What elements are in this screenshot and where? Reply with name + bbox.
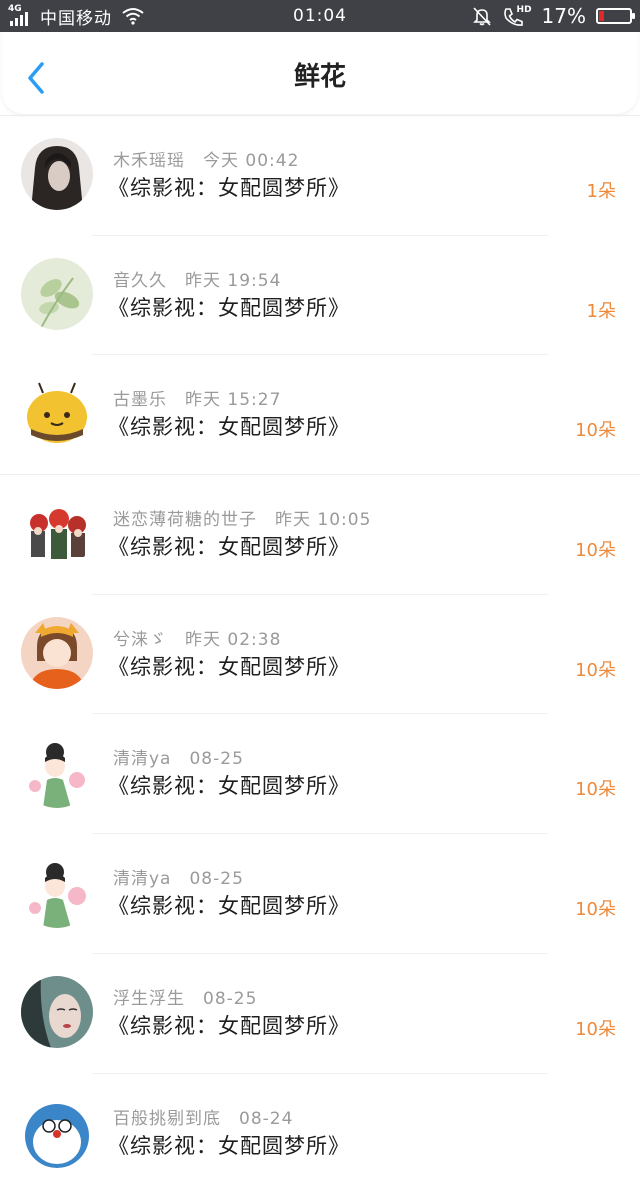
avatar[interactable]	[21, 736, 93, 808]
avatar[interactable]	[21, 1096, 93, 1168]
book-title[interactable]: 《综影视：女配圆梦所》	[108, 531, 350, 561]
book-title[interactable]: 《综影视：女配圆梦所》	[108, 770, 350, 800]
book-title[interactable]: 《综影视：女配圆梦所》	[108, 292, 350, 322]
timestamp: 08-24	[239, 1109, 293, 1129]
mute-bell-icon	[472, 6, 492, 26]
flower-count: 10朵	[575, 895, 616, 921]
list-item[interactable]: 音久久昨天 19:54 《综影视：女配圆梦所》 1朵	[0, 236, 640, 356]
username[interactable]: 清清ya	[113, 869, 171, 889]
avatar[interactable]	[21, 258, 93, 330]
flower-count: 10朵	[575, 1015, 616, 1041]
list-item[interactable]: 百般挑剔到底 08-24 《综影视：女配圆梦所》	[0, 1074, 640, 1193]
list-item[interactable]: 清清ya 08-25 《综影视：女配圆梦所》 10朵	[0, 714, 640, 834]
book-title[interactable]: 《综影视：女配圆梦所》	[108, 1010, 350, 1040]
book-title[interactable]: 《综影视：女配圆梦所》	[108, 172, 350, 202]
status-right: HD 17%	[472, 0, 632, 32]
hd-label: HD	[517, 5, 532, 15]
avatar[interactable]	[21, 497, 93, 569]
chevron-left-icon	[22, 60, 52, 96]
flower-count: 10朵	[575, 416, 616, 442]
timestamp: 昨天 15:27	[185, 390, 281, 410]
timestamp: 昨天 10:05	[275, 510, 371, 530]
avatar[interactable]	[21, 617, 93, 689]
battery-icon	[596, 8, 632, 24]
flower-count: 10朵	[575, 536, 616, 562]
battery-level-fill	[599, 11, 604, 21]
item-meta: 木禾瑶瑶今天 00:42	[113, 146, 299, 171]
call-hd-icon: HD	[502, 5, 532, 27]
book-title[interactable]: 《综影视：女配圆梦所》	[108, 411, 350, 441]
flower-count: 10朵	[575, 775, 616, 801]
username[interactable]: 迷恋薄荷糖的世子	[113, 510, 257, 530]
flower-gift-list: 木禾瑶瑶今天 00:42 《综影视：女配圆梦所》 1朵 音久久昨天 19:54 …	[0, 116, 640, 1193]
battery-percent: 17%	[542, 4, 586, 28]
list-item[interactable]: 清清ya 08-25 《综影视：女配圆梦所》 10朵	[0, 834, 640, 954]
username[interactable]: 百般挑剔到底	[113, 1109, 221, 1129]
flower-count: 1朵	[587, 297, 616, 323]
wifi-icon	[122, 7, 144, 25]
status-bar: 4G 中国移动 01:04 HD 17%	[0, 0, 640, 32]
book-title[interactable]: 《综影视：女配圆梦所》	[108, 890, 350, 920]
timestamp: 昨天 19:54	[185, 271, 281, 291]
book-title[interactable]: 《综影视：女配圆梦所》	[108, 1130, 350, 1160]
item-meta: 兮涞ゞ昨天 02:38	[113, 625, 281, 650]
flower-count: 1朵	[587, 177, 616, 203]
list-item[interactable]: 迷恋薄荷糖的世子昨天 10:05 《综影视：女配圆梦所》 10朵	[0, 475, 640, 595]
username[interactable]: 兮涞ゞ	[113, 630, 167, 650]
carrier-name: 中国移动	[40, 4, 112, 29]
username[interactable]: 古墨乐	[113, 390, 167, 410]
timestamp: 08-25	[189, 869, 243, 889]
flower-count: 10朵	[575, 656, 616, 682]
timestamp: 今天 00:42	[203, 151, 299, 171]
nav-header: 鲜花	[2, 32, 638, 114]
back-button[interactable]	[22, 60, 52, 96]
avatar[interactable]	[21, 138, 93, 210]
item-meta: 浮生浮生 08-25	[113, 984, 257, 1009]
timestamp: 08-25	[189, 749, 243, 769]
page-title: 鲜花	[2, 32, 638, 114]
list-item[interactable]: 古墨乐昨天 15:27 《综影视：女配圆梦所》 10朵	[0, 355, 640, 475]
list-item[interactable]: 兮涞ゞ昨天 02:38 《综影视：女配圆梦所》 10朵	[0, 595, 640, 715]
avatar[interactable]	[21, 976, 93, 1048]
signal-icon: 4G	[8, 5, 34, 27]
status-left: 4G 中国移动	[8, 0, 144, 32]
username[interactable]: 木禾瑶瑶	[113, 151, 185, 171]
timestamp: 08-25	[203, 989, 257, 1009]
item-meta: 音久久昨天 19:54	[113, 266, 281, 291]
list-item[interactable]: 浮生浮生 08-25 《综影视：女配圆梦所》 10朵	[0, 954, 640, 1074]
username[interactable]: 音久久	[113, 271, 167, 291]
username[interactable]: 浮生浮生	[113, 989, 185, 1009]
username[interactable]: 清清ya	[113, 749, 171, 769]
avatar[interactable]	[21, 856, 93, 928]
timestamp: 昨天 02:38	[185, 630, 281, 650]
item-meta: 清清ya 08-25	[113, 864, 244, 889]
list-item[interactable]: 木禾瑶瑶今天 00:42 《综影视：女配圆梦所》 1朵	[0, 116, 640, 236]
book-title[interactable]: 《综影视：女配圆梦所》	[108, 651, 350, 681]
item-meta: 迷恋薄荷糖的世子昨天 10:05	[113, 505, 371, 530]
item-meta: 清清ya 08-25	[113, 744, 244, 769]
item-meta: 百般挑剔到底 08-24	[113, 1104, 293, 1129]
avatar[interactable]	[21, 377, 93, 449]
item-meta: 古墨乐昨天 15:27	[113, 385, 281, 410]
